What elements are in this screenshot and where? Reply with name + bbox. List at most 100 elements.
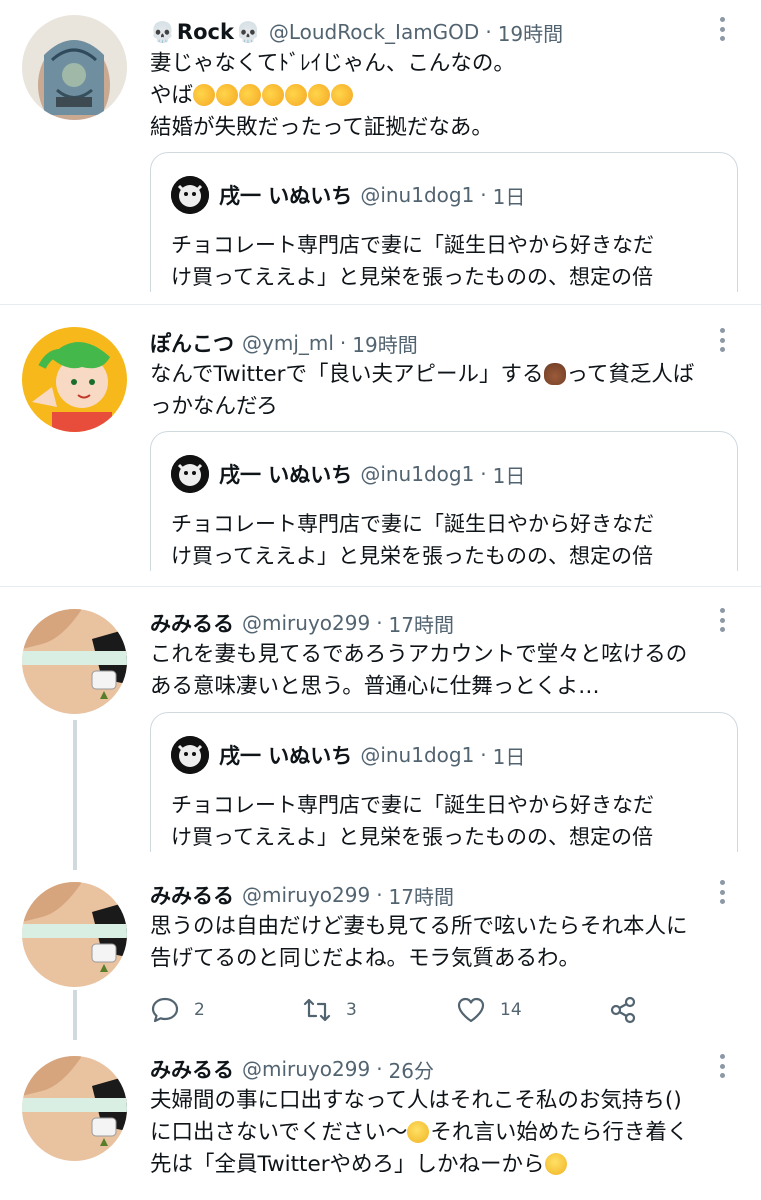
eye-roll-icon xyxy=(544,1153,567,1175)
avatar-game-image xyxy=(22,1056,127,1161)
more-options-icon[interactable] xyxy=(712,1051,732,1081)
avatar[interactable] xyxy=(22,15,127,120)
separator: · xyxy=(485,20,492,44)
share-button[interactable] xyxy=(608,990,638,1030)
avatar-game-image xyxy=(22,609,127,714)
rofl-icon xyxy=(304,80,334,110)
separator: · xyxy=(339,331,347,355)
quote-handle[interactable]: @inu1dog1 xyxy=(360,183,474,207)
tweet-3[interactable]: みみるる @miruyo299 · 17時間 これを妻も見てるであろうアカウント… xyxy=(0,587,761,852)
rofl-icon xyxy=(258,80,288,110)
timestamp[interactable]: 17時間 xyxy=(389,881,454,910)
quote-avatar[interactable] xyxy=(171,176,209,214)
quote-timestamp[interactable]: 1日 xyxy=(493,741,526,770)
handle[interactable]: @miruyo299 xyxy=(242,883,370,907)
timestamp[interactable]: 19時間 xyxy=(498,18,563,47)
display-name[interactable]: みみるる xyxy=(150,1054,234,1084)
quote-handle[interactable]: @inu1dog1 xyxy=(360,743,474,767)
avatar-game-image xyxy=(22,882,127,987)
skull-icon: 💀 xyxy=(235,20,261,44)
more-options-icon[interactable] xyxy=(712,605,732,635)
dog-logo-icon xyxy=(171,176,209,214)
rofl-icon xyxy=(235,80,265,110)
handle[interactable]: @miruyo299 xyxy=(242,1057,370,1081)
quote-header: 戌一 いぬいち @inu1dog1 · 1日 xyxy=(171,454,525,494)
quote-text: チョコレート専門店で妻に「誕生日やから好きなだ け買ってええよ」と見栄を張ったも… xyxy=(171,512,654,568)
tweet-text: 思うのは自由だけど妻も見てる所で呟いたらそれ本人に 告げてるのと同じだよね。モラ… xyxy=(150,914,688,971)
rofl-icon xyxy=(327,80,357,110)
handle[interactable]: @ymj_ml xyxy=(242,331,334,355)
quote-timestamp[interactable]: 1日 xyxy=(493,460,526,489)
timestamp[interactable]: 26分 xyxy=(389,1055,434,1084)
timestamp[interactable]: 19時間 xyxy=(352,329,417,358)
like-count: 14 xyxy=(500,1000,522,1020)
quote-display-name[interactable]: 戌一 いぬいち xyxy=(219,740,352,770)
eye-roll-icon xyxy=(407,1121,430,1143)
display-name[interactable]: ぽんこつ xyxy=(150,328,234,358)
share-icon xyxy=(610,996,636,1024)
more-options-icon[interactable] xyxy=(712,325,732,355)
quote-text: チョコレート専門店で妻に「誕生日やから好きなだ け買ってええよ」と見栄を張ったも… xyxy=(171,233,654,289)
avatar[interactable] xyxy=(22,1056,127,1161)
action-bar: 2 3 14 xyxy=(150,990,650,1030)
tweet-header: みみるる @miruyo299 · 17時間 xyxy=(150,877,454,913)
skull-icon: 💀 xyxy=(150,20,175,44)
rofl-icon xyxy=(212,80,242,110)
quote-timestamp[interactable]: 1日 xyxy=(493,181,526,210)
like-button[interactable]: 14 xyxy=(456,990,522,1030)
display-name[interactable]: みみるる xyxy=(150,880,234,910)
quote-text: チョコレート専門店で妻に「誕生日やから好きなだ け買ってええよ」と見栄を張ったも… xyxy=(171,793,654,849)
heart-icon xyxy=(457,997,485,1023)
more-options-icon[interactable] xyxy=(712,14,732,44)
tweet-5[interactable]: みみるる @miruyo299 · 26分 夫婦間の事に口出すなって人はそれこそ… xyxy=(0,1040,761,1200)
display-name[interactable]: みみるる xyxy=(150,608,234,638)
quote-tweet[interactable]: 戌一 いぬいち @inu1dog1 · 1日 チョコレート専門店で妻に「誕生日や… xyxy=(150,431,738,571)
quote-separator: · xyxy=(480,743,487,767)
avatar[interactable] xyxy=(22,609,127,714)
quote-tweet[interactable]: 戌一 いぬいち @inu1dog1 · 1日 チョコレート専門店で妻に「誕生日や… xyxy=(150,152,738,292)
separator: · xyxy=(376,611,383,635)
handle[interactable]: @miruyo299 xyxy=(242,611,370,635)
quote-header: 戌一 いぬいち @inu1dog1 · 1日 xyxy=(171,735,525,775)
quote-avatar[interactable] xyxy=(171,455,209,493)
quote-handle[interactable]: @inu1dog1 xyxy=(360,462,474,486)
tweet-2[interactable]: ぽんこつ @ymj_ml · 19時間 なんでTwitterで「良い夫アピール」… xyxy=(0,305,761,585)
display-name[interactable]: 💀 Rock 💀 xyxy=(150,20,261,44)
handle[interactable]: @LoudRock_IamGOD xyxy=(269,20,480,44)
tweet-text: 夫婦間の事に口出すなって人はそれこそ私のお気持ち() に口出さないでください〜そ… xyxy=(150,1088,689,1177)
quote-header: 戌一 いぬいち @inu1dog1 · 1日 xyxy=(171,175,525,215)
retweet-count: 3 xyxy=(346,1000,357,1020)
quote-avatar[interactable] xyxy=(171,736,209,774)
avatar[interactable] xyxy=(22,882,127,987)
tweet-header: 💀 Rock 💀 @LoudRock_IamGOD · 19時間 xyxy=(150,14,563,50)
retweet-button[interactable]: 3 xyxy=(302,990,357,1030)
tweet-header: みみるる @miruyo299 · 26分 xyxy=(150,1051,434,1087)
tweet-text: これを妻も見てるであろうアカウントで堂々と呟けるの ある意味凄いと思う。普通心に… xyxy=(150,642,688,699)
quote-tweet[interactable]: 戌一 いぬいち @inu1dog1 · 1日 チョコレート専門店で妻に「誕生日や… xyxy=(150,712,738,852)
dog-logo-icon xyxy=(171,455,209,493)
tweet-text: 妻じゃなくてﾄﾞﾚｲじゃん、こんなの。 やば 結婚が失敗だったって証拠だなあ。 xyxy=(150,51,515,140)
tweet-header: ぽんこつ @ymj_ml · 19時間 xyxy=(150,325,418,361)
poop-icon xyxy=(543,363,566,385)
quote-separator: · xyxy=(480,462,487,486)
more-options-icon[interactable] xyxy=(712,877,732,907)
quote-display-name[interactable]: 戌一 いぬいち xyxy=(219,459,352,489)
tweet-text: なんでTwitterで「良い夫アピール」する って貧乏人ば っかなんだろ xyxy=(150,362,695,419)
retweet-icon xyxy=(303,998,331,1022)
dog-logo-icon xyxy=(171,736,209,774)
avatar[interactable] xyxy=(22,327,127,432)
tweet-1[interactable]: 💀 Rock 💀 @LoudRock_IamGOD · 19時間 妻じゃなくてﾄ… xyxy=(0,0,761,300)
reply-icon xyxy=(151,997,179,1023)
reply-count: 2 xyxy=(194,1000,205,1020)
timestamp[interactable]: 17時間 xyxy=(389,609,454,638)
separator: · xyxy=(376,883,383,907)
quote-separator: · xyxy=(480,183,487,207)
quote-display-name[interactable]: 戌一 いぬいち xyxy=(219,180,352,210)
reply-button[interactable]: 2 xyxy=(150,990,205,1030)
avatar-anime-image xyxy=(22,327,127,432)
separator: · xyxy=(376,1057,383,1081)
tweet-header: みみるる @miruyo299 · 17時間 xyxy=(150,605,454,641)
avatar-tattoo-image xyxy=(22,15,127,120)
rofl-icon xyxy=(281,80,311,110)
rofl-icon xyxy=(189,80,219,110)
